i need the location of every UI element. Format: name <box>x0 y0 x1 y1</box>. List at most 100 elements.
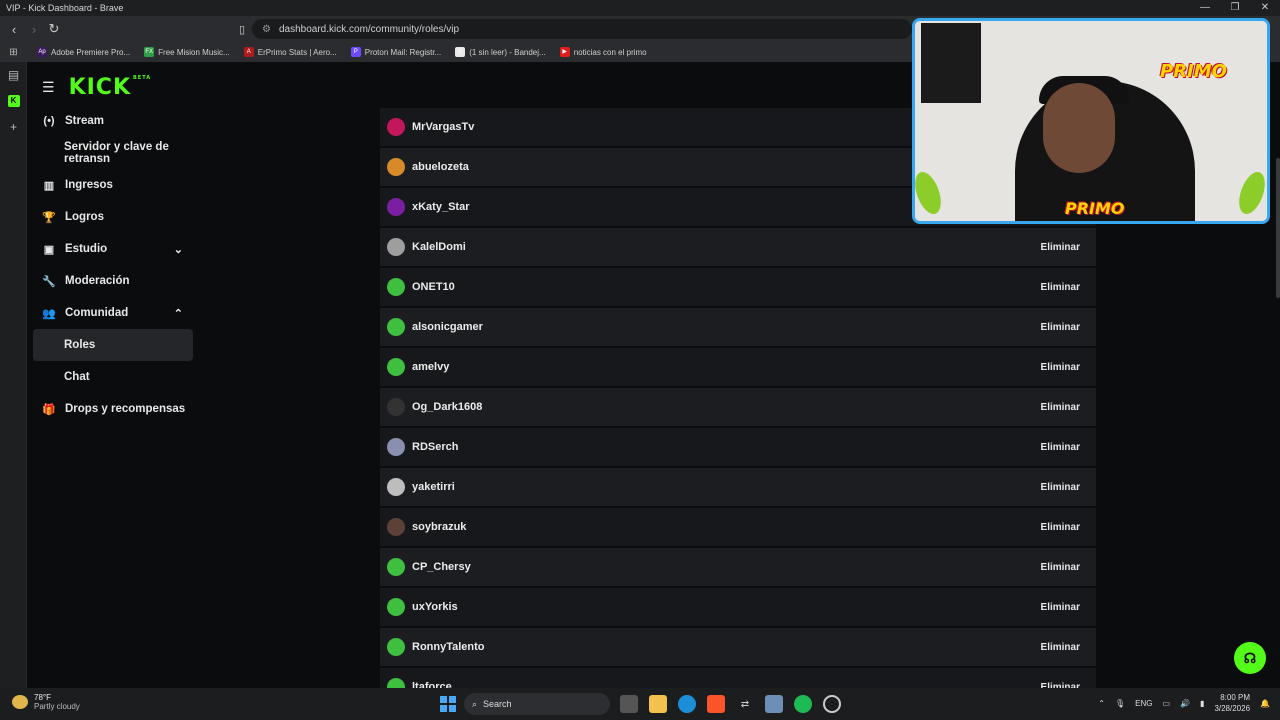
bookmark-item[interactable]: A ErPrimo Stats | Aero... <box>243 47 337 57</box>
file-explorer-icon[interactable] <box>649 695 667 713</box>
username[interactable]: ONET10 <box>412 281 1033 293</box>
remove-vip-button[interactable]: Eliminar <box>1033 437 1088 458</box>
avatar[interactable] <box>387 398 405 416</box>
scrollbar[interactable] <box>1276 158 1280 298</box>
avatar[interactable] <box>387 238 405 256</box>
sidebar-item-estudio[interactable]: ▣ Estudio ⌄ <box>33 233 193 265</box>
clock[interactable]: 8:00 PM 3/28/2026 <box>1214 692 1250 714</box>
avatar[interactable] <box>387 638 405 656</box>
chatgpt-icon[interactable] <box>823 695 841 713</box>
chevron-up-icon[interactable]: ⌃ <box>174 307 183 320</box>
avatar[interactable] <box>387 518 405 536</box>
vip-user-row: soybrazuk Eliminar <box>380 508 1096 548</box>
remove-vip-button[interactable]: Eliminar <box>1033 637 1088 658</box>
sidebar-item-roles[interactable]: Roles <box>33 329 193 361</box>
sidebar-item-comunidad[interactable]: 👥 Comunidad ⌃ <box>33 297 193 329</box>
username[interactable]: alsonicgamer <box>412 321 1033 333</box>
volume-icon[interactable]: 🔊 <box>1180 699 1190 708</box>
avatar[interactable] <box>387 678 405 688</box>
username[interactable]: RDSerch <box>412 441 1033 453</box>
username[interactable]: soybrazuk <box>412 521 1033 533</box>
url-text[interactable]: dashboard.kick.com/community/roles/vip <box>279 24 459 35</box>
language-indicator[interactable]: ENG <box>1135 699 1152 708</box>
apps-grid-icon[interactable]: ⊞ <box>0 47 27 58</box>
gift-icon: 🎁 <box>42 403 56 416</box>
remove-vip-button[interactable]: Eliminar <box>1033 597 1088 618</box>
tray-overflow-icon[interactable]: ⌃ <box>1098 699 1105 708</box>
remove-vip-button[interactable]: Eliminar <box>1033 237 1088 258</box>
remove-vip-button[interactable]: Eliminar <box>1033 277 1088 298</box>
avatar[interactable] <box>387 158 405 176</box>
sidebar-item-moderación[interactable]: 🔧 Moderación <box>33 265 193 297</box>
new-tab-icon[interactable]: + <box>0 114 27 140</box>
chevron-down-icon[interactable]: ⌄ <box>174 243 183 256</box>
avatar[interactable] <box>387 558 405 576</box>
sidebar-item-drops[interactable]: 🎁 Drops y recompensas <box>33 393 193 425</box>
username[interactable]: CP_Chersy <box>412 561 1033 573</box>
taskbar-search[interactable]: ⌕ Search <box>464 693 610 715</box>
vip-user-row: Og_Dark1608 Eliminar <box>380 388 1096 428</box>
sidebar-item-chat[interactable]: Chat <box>33 361 193 393</box>
avatar[interactable] <box>387 318 405 336</box>
bookmark-item[interactable]: Ap Adobe Premiere Pro... <box>37 47 130 57</box>
help-chat-button[interactable]: ☊ <box>1234 642 1266 674</box>
bookmark-item[interactable]: ▶ noticias con el primo <box>559 47 647 57</box>
brave-icon[interactable] <box>707 695 725 713</box>
back-icon[interactable]: ‹ <box>4 22 24 37</box>
sidebar-item-ingresos[interactable]: ▥ Ingresos <box>33 169 193 201</box>
kick-logo[interactable]: KICK BETA <box>69 75 152 100</box>
remove-vip-button[interactable]: Eliminar <box>1033 317 1088 338</box>
avatar[interactable] <box>387 198 405 216</box>
username[interactable]: amelvy <box>412 361 1033 373</box>
remove-vip-button[interactable]: Eliminar <box>1033 677 1088 689</box>
battery-icon[interactable]: ▮ <box>1200 699 1204 708</box>
connections-icon[interactable]: ⇄ <box>736 695 754 713</box>
remove-vip-button[interactable]: Eliminar <box>1033 357 1088 378</box>
close-button[interactable]: ✕ <box>1250 0 1280 16</box>
search-placeholder: Search <box>483 699 512 709</box>
bookmark-item[interactable]: P Proton Mail: Registr... <box>350 47 441 57</box>
tab-kick[interactable]: K <box>0 88 27 114</box>
sidebar-toggle-icon[interactable]: ▤ <box>0 62 27 88</box>
edge-icon[interactable] <box>678 695 696 713</box>
avatar[interactable] <box>387 598 405 616</box>
avatar[interactable] <box>387 278 405 296</box>
reload-icon[interactable]: ↻ <box>44 21 64 37</box>
username[interactable]: Og_Dark1608 <box>412 401 1033 413</box>
minimize-button[interactable]: — <box>1190 0 1220 16</box>
webcam-poster <box>921 23 981 103</box>
spotify-icon[interactable] <box>794 695 812 713</box>
remove-vip-button[interactable]: Eliminar <box>1033 557 1088 578</box>
bookmark-item[interactable]: FX Free Mision Music... <box>144 47 230 57</box>
remove-vip-button[interactable]: Eliminar <box>1033 477 1088 498</box>
avatar[interactable] <box>387 118 405 136</box>
avatar[interactable] <box>387 438 405 456</box>
sidebar-item-servidor[interactable]: Servidor y clave de retransn <box>33 137 193 169</box>
task-view-icon[interactable] <box>620 695 638 713</box>
username[interactable]: ltaforce <box>412 681 1033 688</box>
forward-icon[interactable]: › <box>24 22 44 37</box>
maximize-button[interactable]: ❐ <box>1220 0 1250 16</box>
avatar[interactable] <box>387 478 405 496</box>
address-bar[interactable]: ⚙ dashboard.kick.com/community/roles/vip <box>252 19 912 39</box>
username[interactable]: RonnyTalento <box>412 641 1033 653</box>
site-info-icon[interactable]: ⚙ <box>262 24 271 35</box>
sidebar-item-label: Comunidad <box>65 307 129 319</box>
microphone-icon[interactable]: 🎙 <box>1115 699 1125 708</box>
sidebar-item-logros[interactable]: 🏆 Logros <box>33 201 193 233</box>
bookmark-item[interactable]: G (1 sin leer) - Bandej... <box>455 47 546 57</box>
bookmark-icon[interactable]: ▯ <box>232 23 252 36</box>
notification-bell-icon[interactable]: 🔔 <box>1260 699 1270 708</box>
windows-start-icon[interactable] <box>440 696 456 712</box>
network-icon[interactable]: ▭ <box>1163 699 1171 708</box>
menu-icon[interactable]: ☰ <box>42 79 55 96</box>
username[interactable]: uxYorkis <box>412 601 1033 613</box>
remove-vip-button[interactable]: Eliminar <box>1033 517 1088 538</box>
remove-vip-button[interactable]: Eliminar <box>1033 397 1088 418</box>
username[interactable]: KalelDomi <box>412 241 1033 253</box>
avatar[interactable] <box>387 358 405 376</box>
app-window-icon[interactable] <box>765 695 783 713</box>
weather-widget[interactable]: 78°F Partly cloudy <box>12 693 80 711</box>
sidebar-item-stream[interactable]: (•) Stream <box>33 105 193 137</box>
username[interactable]: yaketirri <box>412 481 1033 493</box>
